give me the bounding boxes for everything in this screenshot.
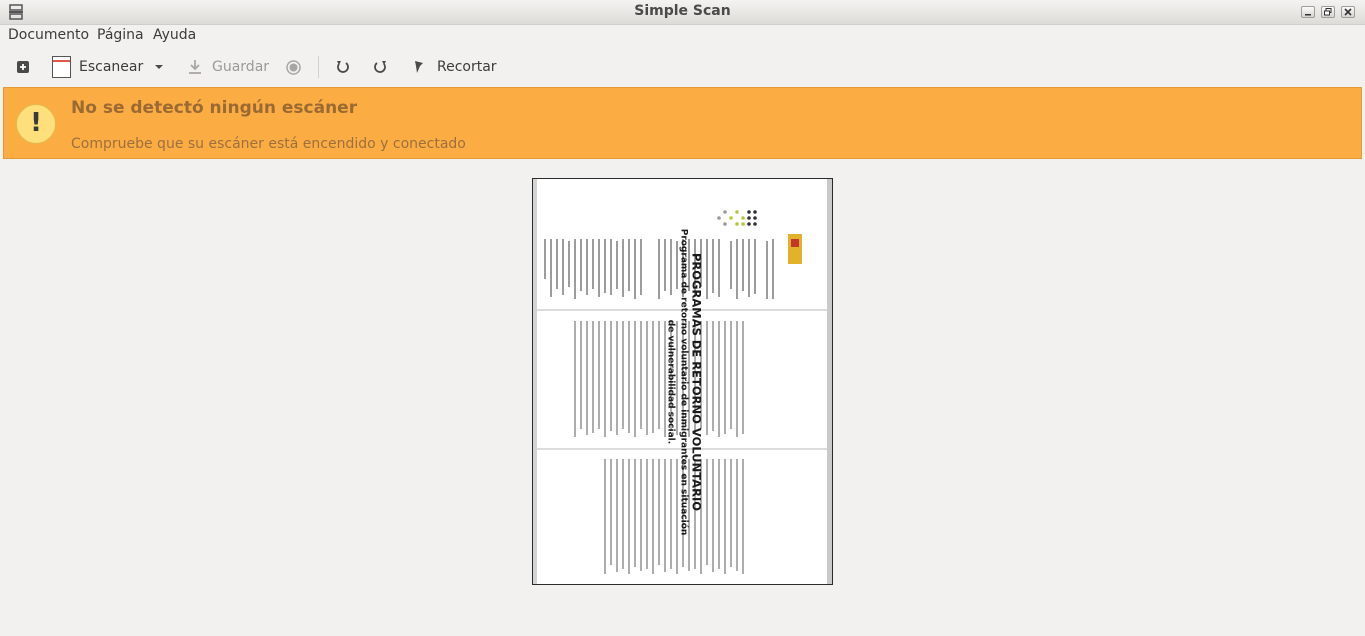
scan-options-dropdown[interactable]	[155, 48, 163, 86]
crop-label: Recortar	[437, 59, 497, 75]
rotate-right-button[interactable]	[373, 48, 388, 86]
download-icon	[189, 60, 201, 74]
save-button[interactable]: Guardar	[187, 48, 269, 86]
save-label: Guardar	[212, 59, 270, 75]
close-icon	[1344, 8, 1352, 16]
new-document-button[interactable]	[16, 48, 30, 86]
window-title: Simple Scan	[634, 3, 731, 19]
menu-pagina[interactable]: Página	[97, 27, 144, 43]
menu-bar: Documento Página Ayuda	[0, 25, 1365, 47]
minimize-icon	[1305, 14, 1311, 16]
scanned-page-preview[interactable]: PROGRAMAS DE RETORNO VOLUNTARIO Programa…	[532, 178, 833, 585]
toolbar: Escanear Guardar Recortar	[0, 48, 1365, 86]
scan-page-icon	[52, 56, 71, 78]
rotate-left-icon	[337, 60, 349, 73]
restore-icon	[1324, 8, 1332, 16]
close-button[interactable]	[1341, 6, 1355, 18]
menu-ayuda[interactable]: Ayuda	[153, 27, 196, 43]
crop-button[interactable]: Recortar	[414, 48, 497, 86]
document-heading: PROGRAMAS DE RETORNO VOLUNTARIO Programa…	[665, 228, 704, 536]
scan-button[interactable]: Escanear	[52, 48, 143, 86]
warning-icon: !	[16, 104, 56, 144]
infobar-message: Compruebe que su escáner está encendido …	[71, 136, 466, 152]
stop-scan-button[interactable]	[286, 48, 301, 86]
crop-icon	[415, 61, 423, 73]
scan-label: Escanear	[79, 59, 144, 75]
rotate-left-button[interactable]	[335, 48, 350, 86]
menu-documento[interactable]: Documento	[8, 27, 89, 43]
stop-icon	[286, 59, 301, 75]
dropdown-arrow-icon	[155, 65, 163, 69]
maximize-button[interactable]	[1321, 6, 1335, 18]
infobar-title: No se detectó ningún escáner	[71, 98, 358, 118]
new-document-icon	[17, 61, 29, 73]
title-bar: Simple Scan	[0, 0, 1365, 25]
minimize-button[interactable]	[1301, 6, 1315, 18]
toolbar-separator	[318, 56, 319, 78]
rotate-right-icon	[374, 60, 386, 73]
no-scanner-infobar: ! No se detectó ningún escáner Compruebe…	[3, 87, 1362, 159]
